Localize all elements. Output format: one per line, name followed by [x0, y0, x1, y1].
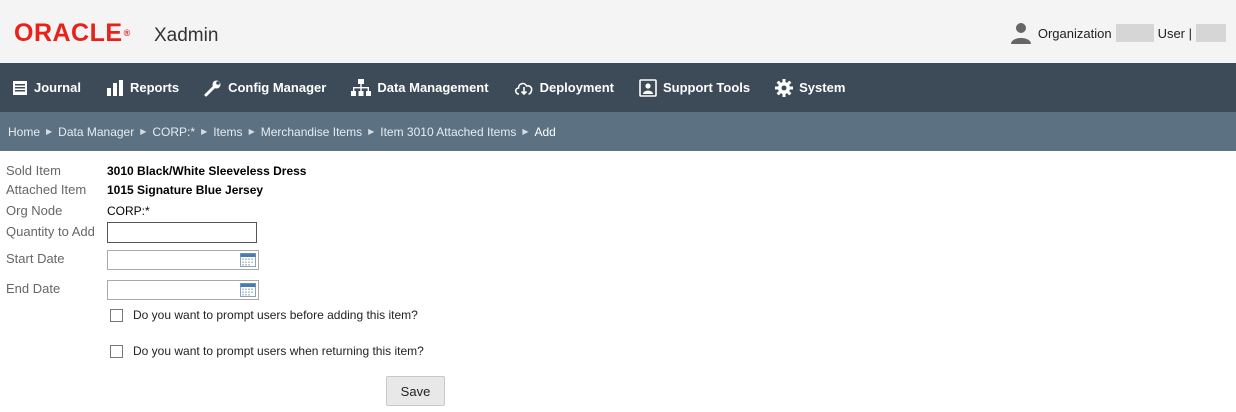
organization-label: Organization	[1037, 25, 1112, 41]
main-nav: Journal Reports Config Manager Data Mana…	[0, 63, 1236, 112]
prompt-before-adding-label: Do you want to prompt users before addin…	[133, 308, 418, 322]
sold-item-value: 3010 Black/White Sleeveless Dress	[107, 164, 307, 178]
breadcrumb-merchandise-items[interactable]: Merchandise Items	[261, 125, 362, 139]
breadcrumb-add: Add	[534, 124, 556, 139]
nav-reports[interactable]: Reports	[106, 63, 179, 112]
user-avatar-icon	[1010, 23, 1031, 44]
breadcrumb-corp[interactable]: CORP:*	[152, 125, 195, 139]
save-button[interactable]: Save	[386, 376, 445, 406]
nav-support-tools-label: Support Tools	[662, 80, 751, 95]
calendar-icon[interactable]	[240, 253, 256, 267]
user-area: Organization User |	[1010, 21, 1226, 45]
organization-value-redacted	[1115, 24, 1154, 42]
nav-reports-label: Reports	[129, 80, 180, 95]
end-date-label: End Date	[6, 281, 61, 296]
reports-icon	[106, 79, 123, 96]
calendar-icon[interactable]	[240, 283, 256, 297]
breadcrumb-separator-icon: ▶	[46, 127, 53, 136]
nav-support-tools[interactable]: Support Tools	[639, 63, 750, 112]
nav-config-manager[interactable]: Config Manager	[204, 63, 326, 112]
attached-item-form: Sold Item 3010 Black/White Sleeveless Dr…	[0, 151, 1236, 412]
breadcrumb-home[interactable]: Home	[8, 125, 40, 139]
start-date-label: Start Date	[6, 251, 65, 266]
breadcrumb-separator-icon: ▶	[140, 127, 147, 136]
org-node-label: Org Node	[6, 203, 63, 218]
user-label[interactable]: User |	[1158, 26, 1192, 41]
prompt-when-returning-row: Do you want to prompt users when returni…	[110, 344, 424, 358]
breadcrumb-separator-icon: ▶	[368, 127, 375, 136]
nav-deployment-label: Deployment	[539, 80, 614, 95]
nav-deployment[interactable]: Deployment	[514, 63, 614, 112]
quantity-input[interactable]	[107, 222, 257, 243]
gear-icon	[775, 78, 794, 97]
app-header: ORACLE® Xadmin Organization User |	[0, 0, 1236, 63]
support-icon	[639, 78, 657, 97]
prompt-before-adding-row: Do you want to prompt users before addin…	[110, 308, 418, 322]
prompt-when-returning-checkbox[interactable]	[110, 344, 123, 358]
wrench-icon	[204, 80, 221, 96]
user-value-redacted	[1196, 24, 1226, 42]
hierarchy-icon	[351, 78, 372, 96]
prompt-when-returning-label: Do you want to prompt users when returni…	[133, 344, 424, 358]
cloud-download-icon	[514, 82, 533, 95]
quantity-label: Quantity to Add	[6, 224, 95, 239]
org-node-value: CORP:*	[107, 204, 150, 218]
app-name: Xadmin	[154, 25, 219, 46]
nav-journal[interactable]: Journal	[12, 63, 81, 112]
prompt-before-adding-checkbox[interactable]	[110, 308, 123, 322]
nav-data-management[interactable]: Data Management	[351, 63, 489, 112]
nav-config-manager-label: Config Manager	[228, 80, 327, 95]
breadcrumb-separator-icon: ▶	[248, 127, 255, 136]
breadcrumb-attached-items[interactable]: Item 3010 Attached Items	[380, 125, 516, 139]
breadcrumb: Home ▶ Data Manager ▶ CORP:* ▶ Items ▶ M…	[0, 112, 1236, 151]
oracle-logo: ORACLE®	[14, 19, 131, 47]
breadcrumb-separator-icon: ▶	[522, 127, 529, 136]
breadcrumb-separator-icon: ▶	[201, 127, 208, 136]
sold-item-label: Sold Item	[6, 163, 61, 178]
nav-data-management-label: Data Management	[377, 80, 489, 95]
attached-item-value: 1015 Signature Blue Jersey	[107, 183, 264, 197]
attached-item-label: Attached Item	[6, 182, 87, 197]
breadcrumb-data-manager[interactable]: Data Manager	[58, 125, 134, 139]
nav-system[interactable]: System	[775, 63, 845, 112]
nav-journal-label: Journal	[34, 80, 81, 95]
start-date-input[interactable]	[107, 250, 259, 270]
journal-icon	[13, 80, 27, 95]
end-date-input[interactable]	[107, 280, 259, 300]
breadcrumb-items[interactable]: Items	[213, 125, 242, 139]
nav-system-label: System	[799, 80, 846, 95]
